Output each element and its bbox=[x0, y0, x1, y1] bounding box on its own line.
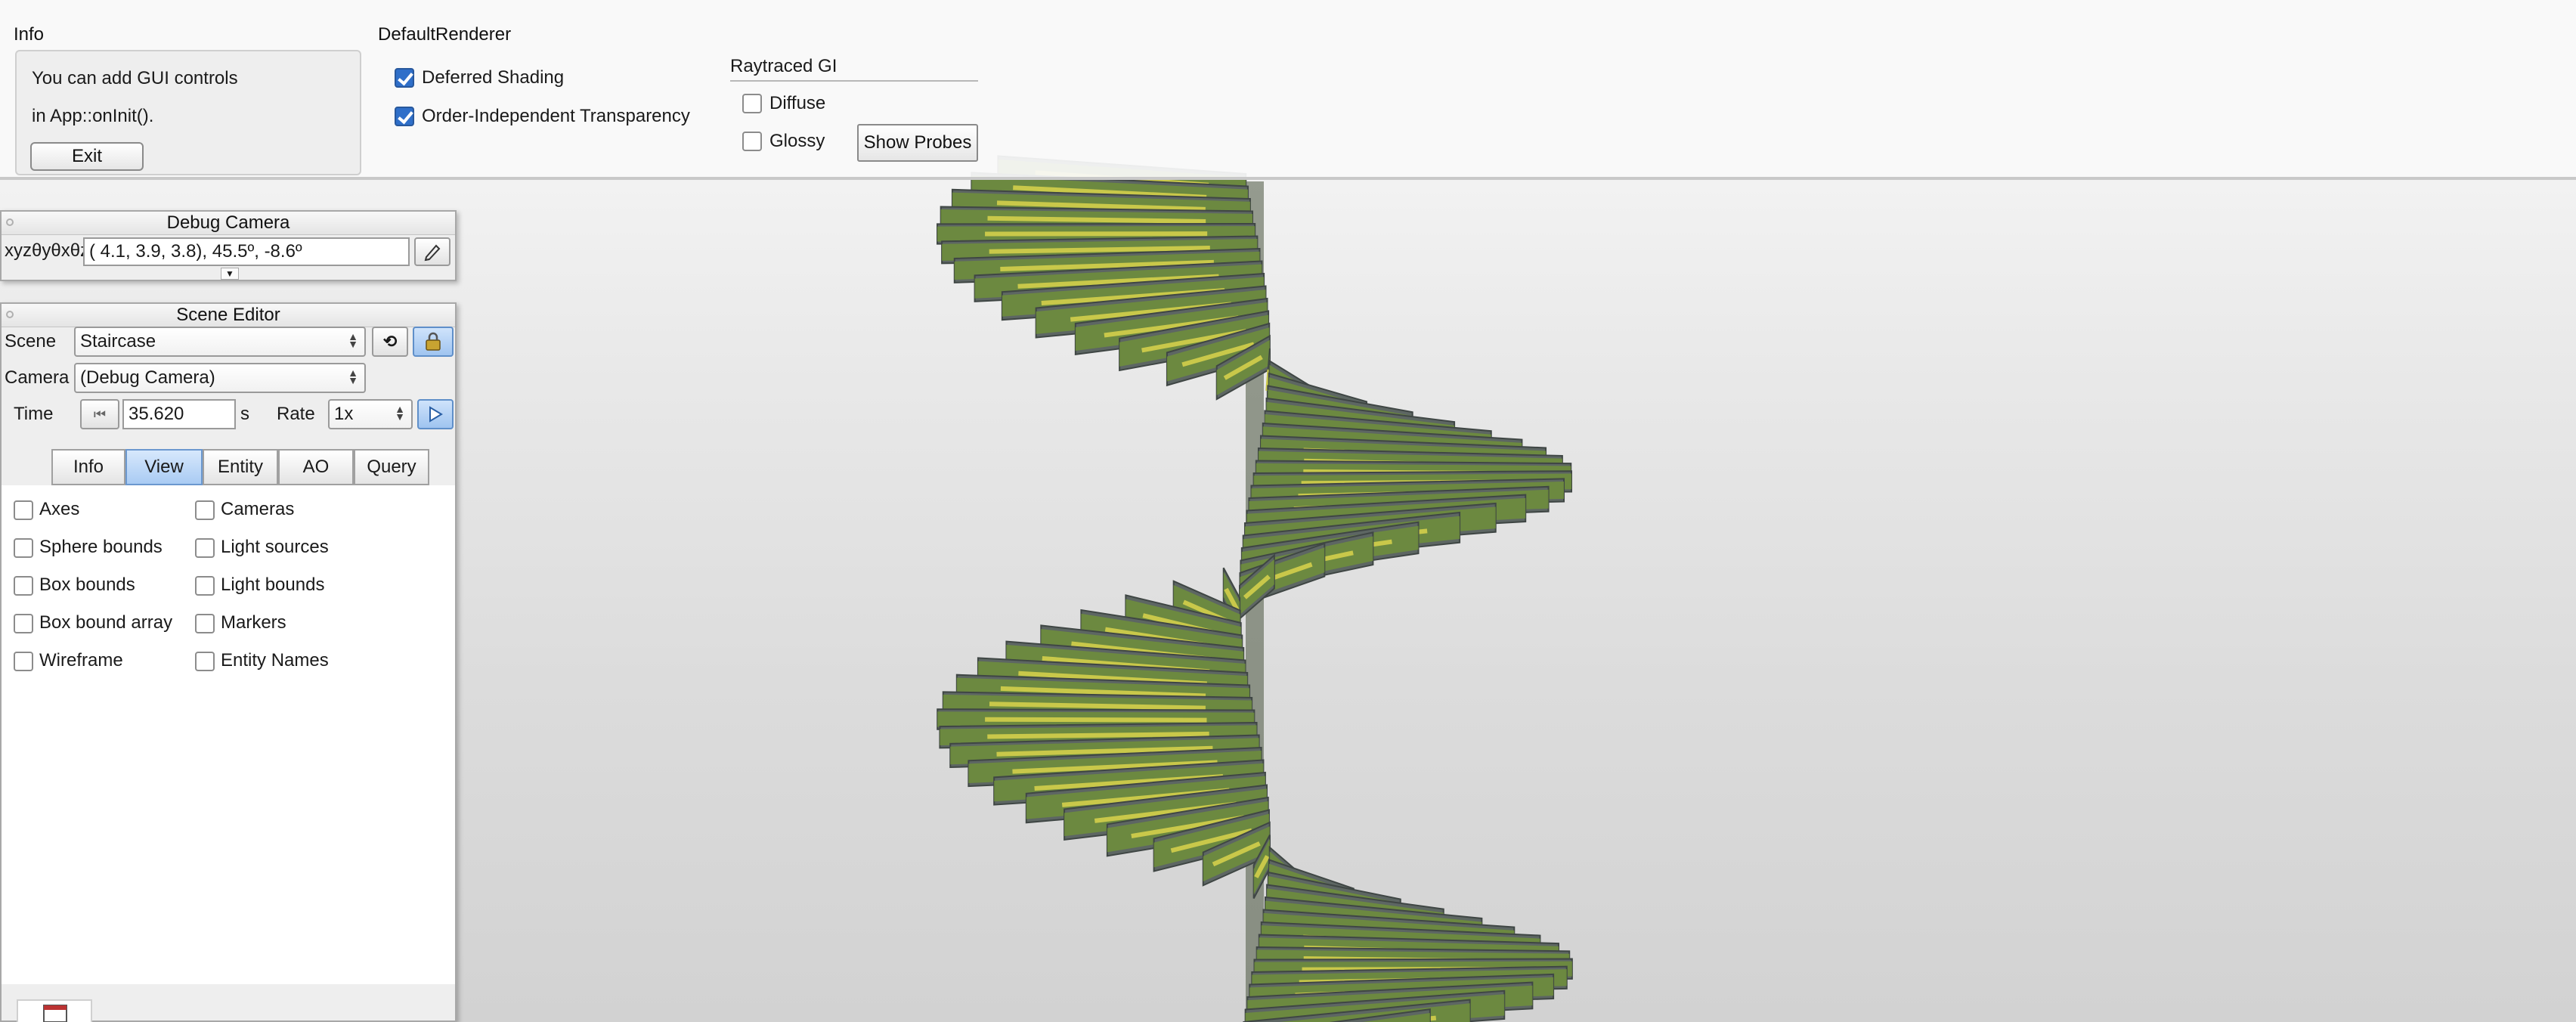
camera-label: Camera bbox=[5, 367, 70, 388]
diffuse-checkbox[interactable] bbox=[742, 94, 762, 113]
scene-editor-title[interactable]: Scene Editor bbox=[2, 304, 455, 327]
pencil-icon[interactable] bbox=[414, 237, 450, 266]
info-title: Info bbox=[14, 24, 45, 45]
box-bounds-checkbox[interactable] bbox=[14, 576, 33, 596]
rate-label: Rate bbox=[277, 404, 315, 424]
light-bounds-checkbox[interactable] bbox=[195, 576, 215, 596]
chevron-down-icon[interactable]: ▼ bbox=[221, 268, 239, 280]
wireframe-checkbox[interactable] bbox=[14, 652, 33, 671]
time-field[interactable]: 35.620 bbox=[122, 399, 236, 429]
gi-divider bbox=[730, 80, 978, 82]
sphere-bounds-checkbox[interactable] bbox=[14, 538, 33, 558]
debug-camera-title[interactable]: Debug Camera bbox=[2, 212, 455, 235]
time-label: Time bbox=[14, 404, 54, 424]
glossy-checkbox[interactable] bbox=[742, 132, 762, 151]
entity-names-checkbox[interactable] bbox=[195, 652, 215, 671]
oit-label: Order-Independent Transparency bbox=[422, 106, 690, 126]
raytraced-gi-title: Raytraced GI bbox=[730, 56, 838, 76]
rate-dropdown[interactable]: 1x ▲ ▼ bbox=[328, 399, 413, 429]
time-unit: s bbox=[240, 404, 249, 424]
tab-view[interactable]: View bbox=[125, 449, 203, 485]
sphere-bounds-label: Sphere bounds bbox=[39, 537, 163, 557]
entity-names-label: Entity Names bbox=[221, 650, 329, 670]
show-probes-button[interactable]: Show Probes bbox=[857, 124, 978, 162]
wireframe-label: Wireframe bbox=[39, 650, 123, 670]
view-options-area: Axes Sphere bounds Box bounds Box bound … bbox=[2, 485, 455, 984]
window-icon[interactable] bbox=[17, 999, 92, 1022]
light-bounds-label: Light bounds bbox=[221, 574, 325, 595]
top-gui-bar: Info You can add GUI controls in App::on… bbox=[0, 0, 2576, 180]
markers-label: Markers bbox=[221, 612, 286, 633]
updown-arrows-icon: ▲ ▼ bbox=[348, 367, 358, 386]
exit-button[interactable]: Exit bbox=[30, 142, 144, 171]
axes-checkbox[interactable] bbox=[14, 500, 33, 520]
rate-value: 1x bbox=[334, 404, 354, 424]
cameras-checkbox[interactable] bbox=[195, 500, 215, 520]
lock-icon[interactable] bbox=[413, 327, 454, 357]
info-line-1: You can add GUI controls bbox=[32, 68, 238, 88]
box-bound-array-checkbox[interactable] bbox=[14, 614, 33, 633]
light-sources-label: Light sources bbox=[221, 537, 329, 557]
debug-camera-panel: Debug Camera xyzθyθxθz ( 4.1, 3.9, 3.8),… bbox=[0, 210, 457, 281]
scene-value: Staircase bbox=[80, 331, 156, 352]
diffuse-label: Diffuse bbox=[769, 93, 826, 113]
reload-icon[interactable]: ⟲ bbox=[372, 327, 408, 357]
markers-checkbox[interactable] bbox=[195, 614, 215, 633]
scene-label: Scene bbox=[5, 331, 57, 352]
tab-info[interactable]: Info bbox=[51, 449, 125, 485]
tab-entity[interactable]: Entity bbox=[203, 449, 278, 485]
tab-query[interactable]: Query bbox=[354, 449, 429, 485]
oit-checkbox[interactable] bbox=[395, 107, 414, 126]
updown-arrows-icon: ▲ ▼ bbox=[348, 330, 358, 350]
deferred-shading-checkbox[interactable] bbox=[395, 68, 414, 88]
camera-value: (Debug Camera) bbox=[80, 367, 215, 388]
close-icon[interactable] bbox=[6, 311, 14, 318]
box-bounds-label: Box bounds bbox=[39, 574, 135, 595]
info-line-2: in App::onInit(). bbox=[32, 106, 154, 126]
info-panel: You can add GUI controls in App::onInit(… bbox=[15, 50, 361, 175]
close-icon[interactable] bbox=[6, 218, 14, 226]
cameras-label: Cameras bbox=[221, 499, 295, 519]
camera-dropdown[interactable]: (Debug Camera) ▲ ▼ bbox=[74, 363, 366, 393]
light-sources-checkbox[interactable] bbox=[195, 538, 215, 558]
tab-ao[interactable]: AO bbox=[278, 449, 354, 485]
deferred-shading-label: Deferred Shading bbox=[422, 67, 565, 88]
rewind-icon[interactable]: ⏮ bbox=[80, 399, 119, 429]
play-icon[interactable] bbox=[417, 399, 454, 429]
renderer-title: DefaultRenderer bbox=[378, 24, 512, 45]
updown-arrows-icon: ▲ ▼ bbox=[395, 403, 405, 423]
camera-coord-label: xyzθyθxθz bbox=[5, 240, 90, 261]
scene-dropdown[interactable]: Staircase ▲ ▼ bbox=[74, 327, 366, 357]
axes-label: Axes bbox=[39, 499, 80, 519]
glossy-label: Glossy bbox=[769, 131, 825, 151]
camera-coord-field[interactable]: ( 4.1, 3.9, 3.8), 45.5º, -8.6º bbox=[83, 237, 410, 266]
box-bound-array-label: Box bound array bbox=[39, 612, 173, 633]
scene-editor-panel: Scene Editor Scene Staircase ▲ ▼ ⟲ Camera… bbox=[0, 302, 457, 1022]
